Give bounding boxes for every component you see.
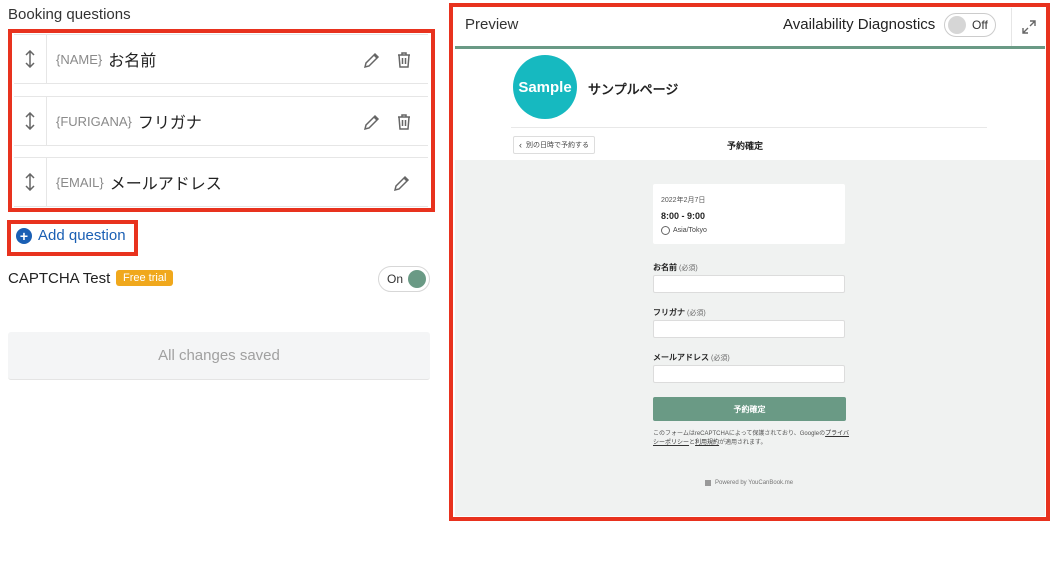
toggle-knob [408,270,426,288]
free-trial-badge: Free trial [116,270,174,286]
booking-questions-title: Booking questions [8,6,131,23]
save-status-text: All changes saved [158,347,280,364]
save-status-bar: All changes saved [8,332,430,380]
questions-highlight-box [8,29,435,212]
captcha-label: CAPTCHA Test [8,270,111,287]
toggle-state-label: On [387,272,404,286]
add-question-highlight-box [7,220,138,256]
captcha-toggle[interactable]: On [378,266,430,292]
preview-highlight-box [449,3,1050,521]
